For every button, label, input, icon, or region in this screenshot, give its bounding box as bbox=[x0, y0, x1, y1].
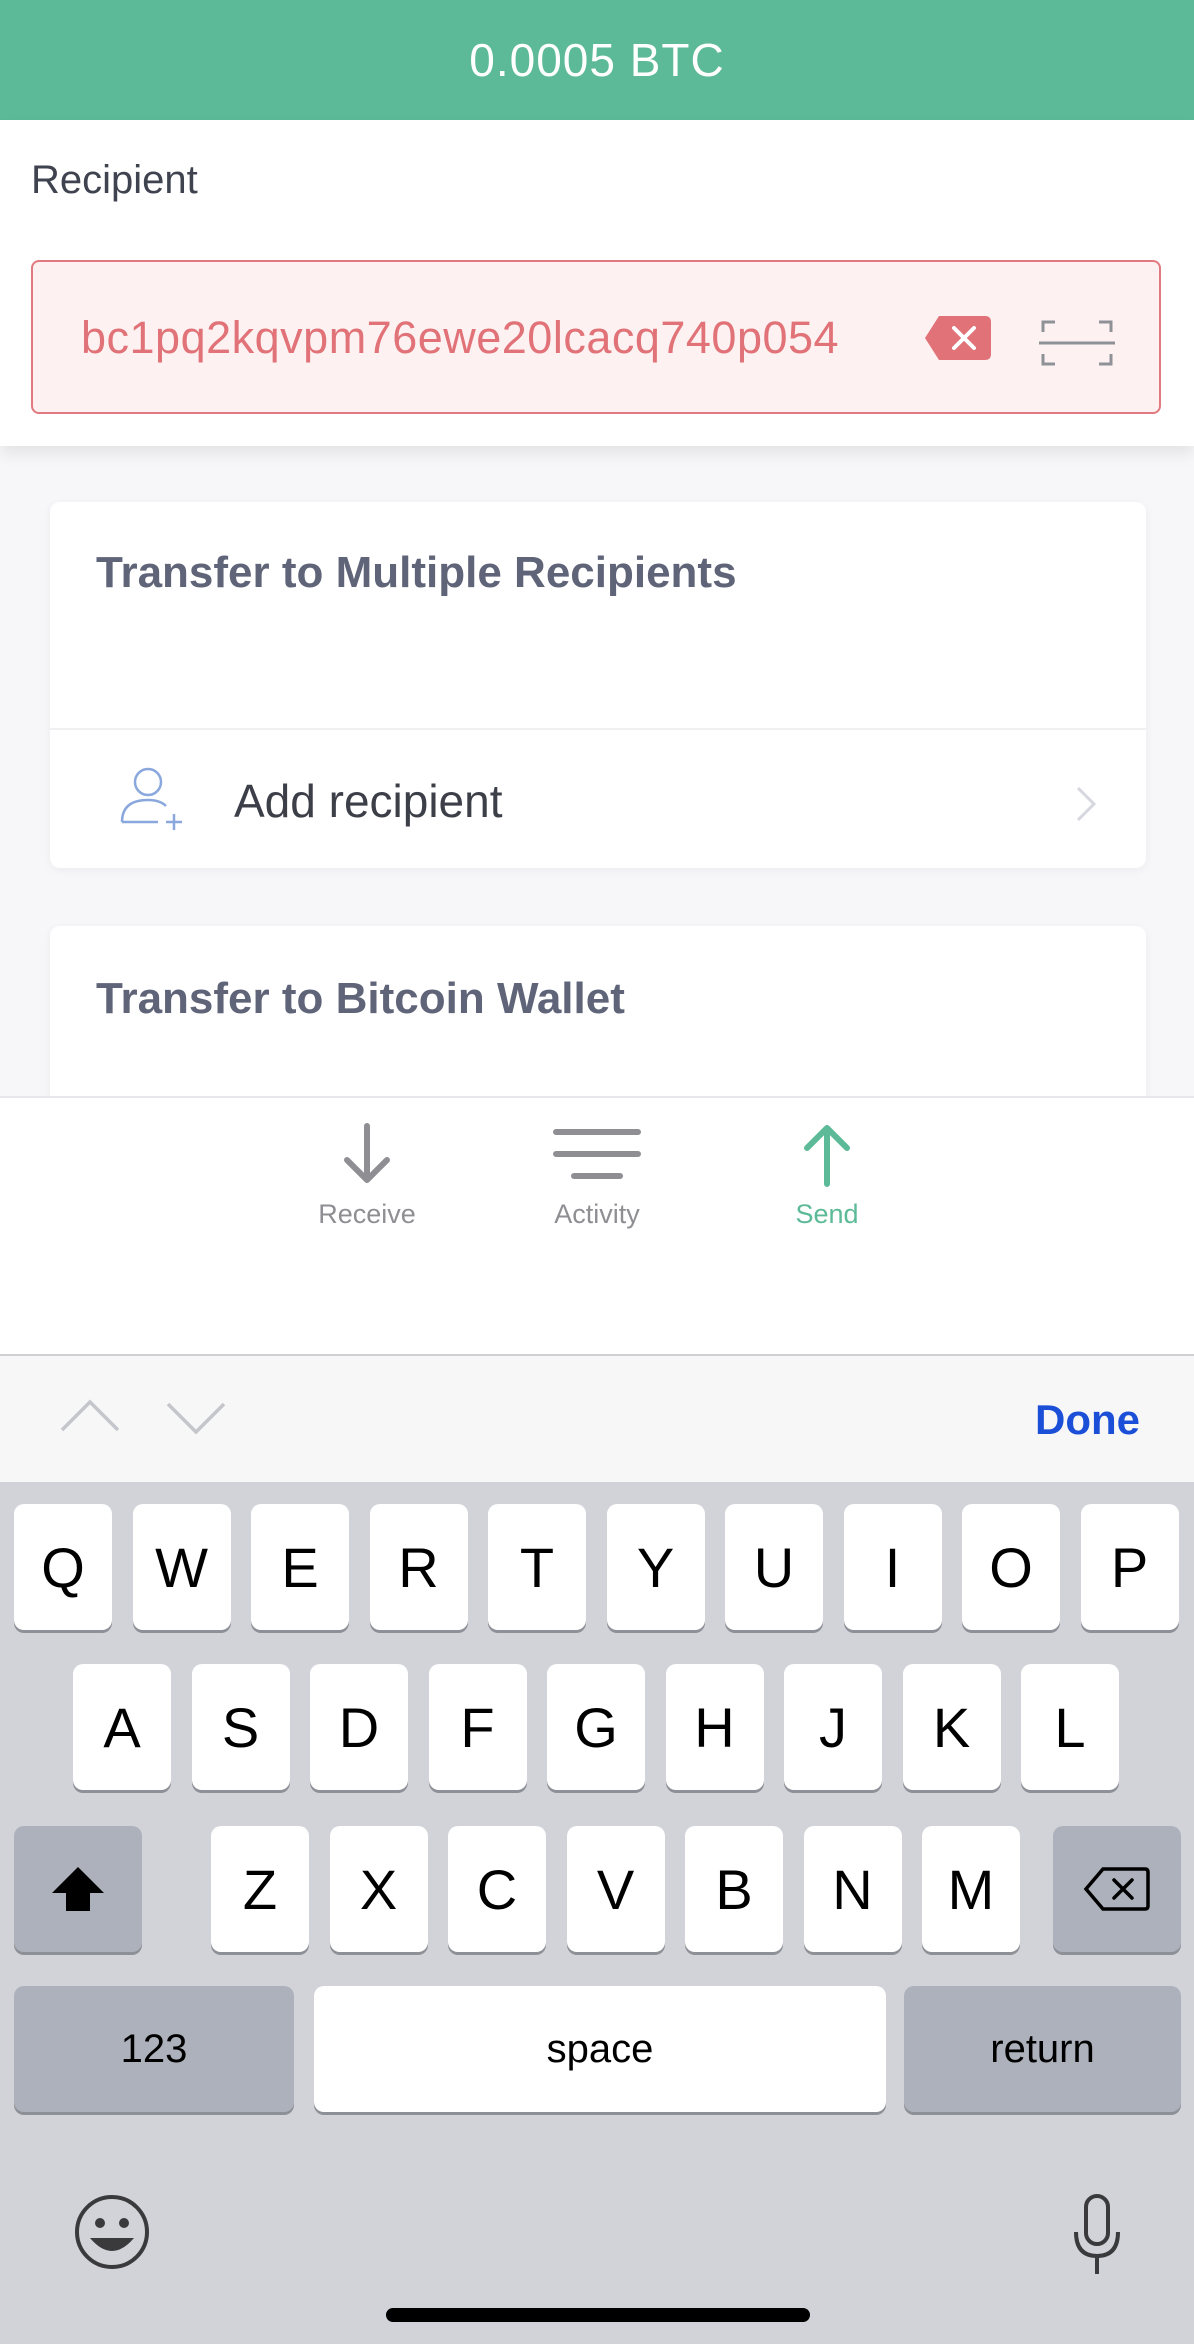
recipient-label: Recipient bbox=[31, 158, 198, 202]
backspace-icon bbox=[1083, 1867, 1150, 1911]
tab-receive[interactable]: Receive bbox=[287, 1120, 447, 1230]
key-k[interactable]: K bbox=[902, 1664, 1001, 1790]
home-indicator bbox=[386, 2308, 810, 2322]
key-n[interactable]: N bbox=[803, 1826, 902, 1952]
numbers-key[interactable]: 123 bbox=[14, 1986, 294, 2112]
recipient-address-field[interactable]: bc1pq2kqvpm76ewe20lcacq740p054 bbox=[31, 260, 1161, 414]
dictation-button[interactable] bbox=[1072, 2194, 1122, 2278]
backspace-key[interactable] bbox=[1053, 1826, 1181, 1952]
bitcoin-wallet-title: Transfer to Bitcoin Wallet bbox=[96, 974, 625, 1023]
recipient-address-value[interactable]: bc1pq2kqvpm76ewe20lcacq740p054 bbox=[81, 312, 839, 364]
microphone-icon[interactable] bbox=[1072, 2194, 1122, 2278]
key-q[interactable]: Q bbox=[14, 1504, 112, 1630]
previous-field-button[interactable] bbox=[58, 1396, 122, 1434]
emoji-icon[interactable] bbox=[72, 2192, 152, 2272]
add-recipient-row[interactable]: Add recipient bbox=[50, 730, 1146, 868]
key-a[interactable]: A bbox=[73, 1664, 171, 1790]
key-w[interactable]: W bbox=[132, 1504, 231, 1630]
key-y[interactable]: Y bbox=[606, 1504, 705, 1630]
arrow-down-icon bbox=[344, 1123, 390, 1183]
key-o[interactable]: O bbox=[962, 1504, 1060, 1630]
key-i[interactable]: I bbox=[843, 1504, 942, 1630]
done-button[interactable]: Done bbox=[1035, 1396, 1140, 1444]
key-e[interactable]: E bbox=[251, 1504, 349, 1630]
key-u[interactable]: U bbox=[725, 1504, 823, 1630]
key-l[interactable]: L bbox=[1021, 1664, 1119, 1790]
list-lines-icon bbox=[553, 1129, 641, 1179]
recipient-section: Recipient bc1pq2kqvpm76ewe20lcacq740p054 bbox=[0, 120, 1194, 446]
tab-send[interactable]: Send bbox=[747, 1120, 907, 1230]
emoji-button[interactable] bbox=[72, 2192, 152, 2272]
key-v[interactable]: V bbox=[566, 1826, 665, 1952]
key-j[interactable]: J bbox=[784, 1664, 882, 1790]
space-key[interactable]: space bbox=[314, 1986, 886, 2112]
key-b[interactable]: B bbox=[685, 1826, 783, 1952]
chevron-right-icon bbox=[1076, 786, 1097, 822]
key-h[interactable]: H bbox=[665, 1664, 764, 1790]
key-x[interactable]: X bbox=[329, 1826, 428, 1952]
multiple-recipients-title: Transfer to Multiple Recipients bbox=[96, 548, 737, 597]
key-d[interactable]: D bbox=[310, 1664, 408, 1790]
shift-key[interactable] bbox=[14, 1826, 142, 1952]
tab-activity-label: Activity bbox=[554, 1199, 640, 1229]
shift-icon bbox=[52, 1867, 104, 1911]
key-f[interactable]: F bbox=[428, 1664, 527, 1790]
transfer-options: Transfer to Multiple Recipients Add reci… bbox=[0, 446, 1194, 1096]
bottom-tab-bar: Receive Activity Send bbox=[0, 1096, 1194, 1356]
tab-send-label: Send bbox=[795, 1199, 859, 1229]
next-field-button[interactable] bbox=[164, 1400, 228, 1438]
key-t[interactable]: T bbox=[488, 1504, 586, 1630]
key-g[interactable]: G bbox=[547, 1664, 645, 1790]
amount-header: 0.0005 BTC bbox=[0, 0, 1194, 120]
clear-icon[interactable] bbox=[923, 314, 993, 362]
key-r[interactable]: R bbox=[369, 1504, 468, 1630]
key-p[interactable]: P bbox=[1080, 1504, 1179, 1630]
scan-qr-button[interactable] bbox=[1039, 318, 1115, 368]
tab-activity[interactable]: Activity bbox=[517, 1120, 677, 1230]
add-user-icon bbox=[120, 767, 182, 830]
keyboard-toolbar: Done bbox=[0, 1354, 1194, 1484]
add-recipient-label[interactable]: Add recipient bbox=[234, 774, 503, 828]
key-z[interactable]: Z bbox=[211, 1826, 309, 1952]
multiple-recipients-card: Transfer to Multiple Recipients Add reci… bbox=[50, 502, 1146, 868]
keyboard: QWERTYUIOP ASDFGHJKL ZXCVBNM 123 space r… bbox=[0, 1482, 1194, 2344]
return-key[interactable]: return bbox=[904, 1986, 1181, 2112]
key-c[interactable]: C bbox=[448, 1826, 546, 1952]
scan-icon[interactable] bbox=[1039, 318, 1115, 368]
bitcoin-wallet-card[interactable]: Transfer to Bitcoin Wallet bbox=[50, 926, 1146, 1096]
key-m[interactable]: M bbox=[922, 1826, 1020, 1952]
tab-receive-label: Receive bbox=[318, 1199, 416, 1229]
amount-text: 0.0005 BTC bbox=[469, 34, 725, 86]
key-s[interactable]: S bbox=[191, 1664, 290, 1790]
arrow-up-icon bbox=[804, 1125, 850, 1187]
clear-address-button[interactable] bbox=[923, 314, 993, 362]
